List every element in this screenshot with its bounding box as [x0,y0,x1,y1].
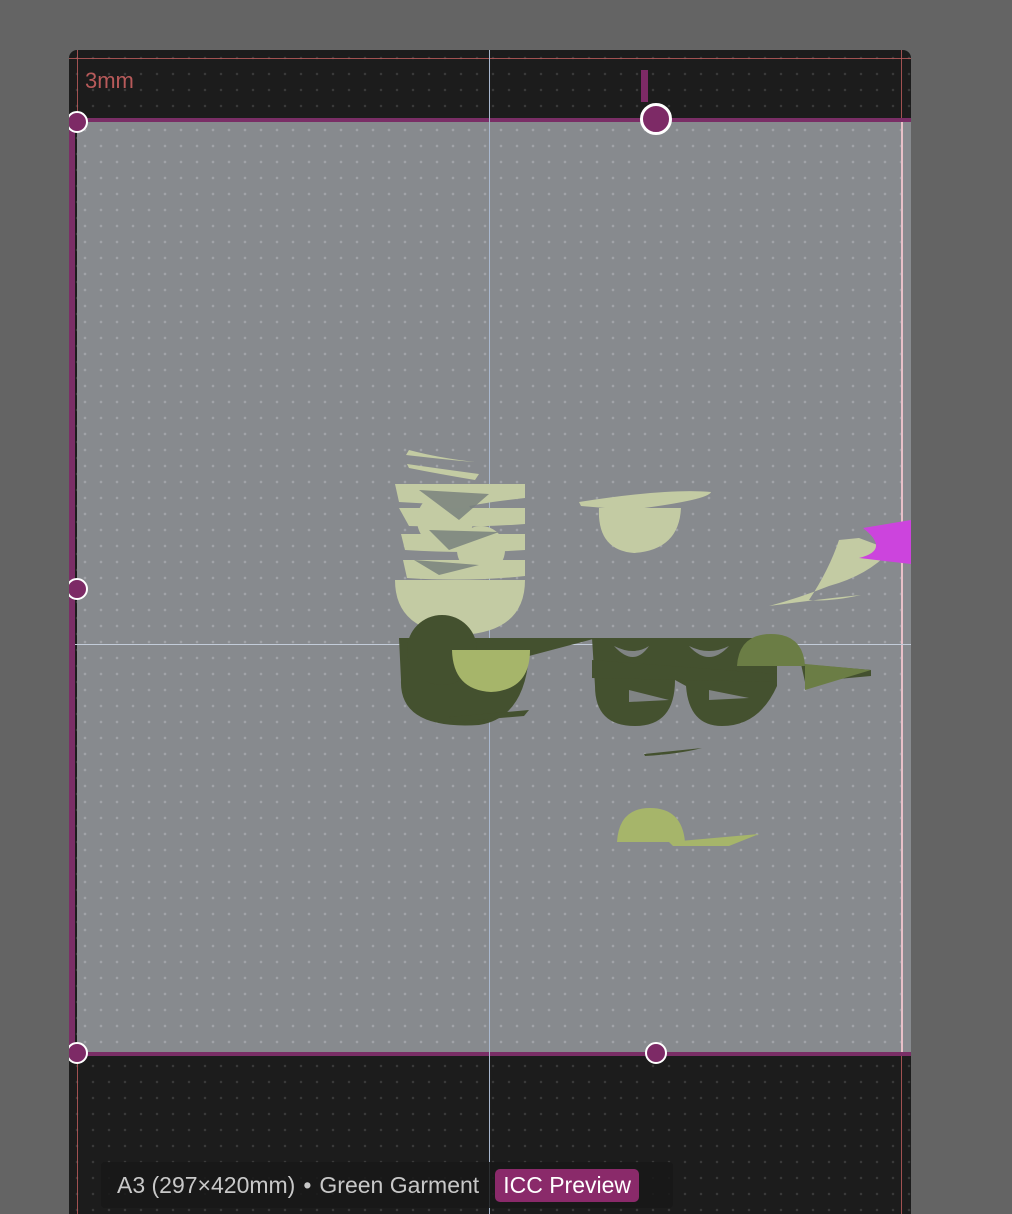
rotate-handle-stem [641,70,648,102]
trim-line-right [901,122,903,1052]
center-guide-vertical[interactable] [489,50,490,1214]
icc-preview-badge[interactable]: ICC Preview [495,1168,640,1202]
bleed-size-label: 3mm [85,68,134,93]
bleed-line-top [69,58,911,59]
info-separator: • [303,1171,312,1198]
resize-handle-bottom-center[interactable] [645,1042,667,1064]
resize-handle-bottom-left[interactable] [69,1042,88,1064]
print-page[interactable] [77,118,911,1056]
design-canvas[interactable]: 3mm A3 (297×420mm) • Green Garment ICC P… [69,50,911,1214]
resize-handle-top-center[interactable] [640,103,672,135]
color-profile-label: Green Garment [319,1171,480,1198]
center-guide-horizontal[interactable] [75,644,911,645]
document-info-bar: A3 (297×420mm) • Green Garment ICC Previ… [101,1162,673,1208]
page-size-label: A3 (297×420mm) [117,1171,296,1198]
